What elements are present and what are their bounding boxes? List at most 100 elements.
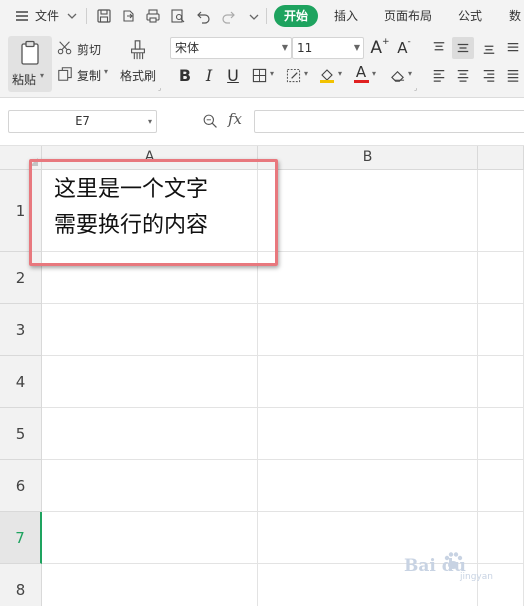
font-name-select[interactable]: 宋体 ▼ (170, 37, 292, 59)
save-icon[interactable] (94, 6, 114, 26)
tab-page-layout[interactable]: 页面布局 (384, 0, 432, 32)
print-icon[interactable] (143, 6, 163, 26)
copy-button[interactable]: 复制 (77, 67, 101, 84)
cell-c5[interactable] (478, 408, 524, 460)
chevron-down-icon: ▼ (353, 43, 360, 52)
font-color-dropdown-icon[interactable]: ▾ (372, 69, 376, 78)
cut-button[interactable]: 剪切 (77, 41, 101, 58)
borders-icon[interactable] (248, 64, 270, 86)
quick-access-chevron-icon[interactable] (244, 6, 264, 26)
cell-a3[interactable] (42, 304, 258, 356)
cell-a4[interactable] (42, 356, 258, 408)
hamburger-menu-icon[interactable] (12, 6, 32, 26)
undo-icon[interactable] (194, 6, 214, 26)
row-header-5[interactable]: 5 (0, 408, 42, 460)
clipboard-group-expand-icon[interactable]: ⌟ (158, 84, 161, 92)
row-header-8[interactable]: 8 (0, 564, 42, 606)
format-painter-button[interactable]: 格式刷 (120, 67, 156, 84)
tab-data[interactable]: 数 (509, 0, 521, 32)
font-group-expand-icon[interactable]: ⌟ (414, 84, 417, 92)
chevron-down-icon: ▼ (281, 43, 288, 52)
cell-b5[interactable] (258, 408, 478, 460)
export-icon[interactable] (118, 6, 138, 26)
align-center-icon[interactable] (452, 64, 474, 86)
grow-font-icon: A (370, 38, 383, 58)
clear-dropdown-icon[interactable]: ▾ (408, 69, 412, 78)
fill-color-dropdown-icon[interactable]: ▾ (338, 69, 342, 78)
align-middle-icon[interactable] (452, 37, 474, 59)
cell-a5[interactable] (42, 408, 258, 460)
menu-divider (266, 8, 267, 24)
menu-bar: 文件 开始 插入 页面布局 公式 数 (0, 0, 524, 32)
column-header-c[interactable] (478, 146, 524, 170)
spreadsheet-grid: A B 1 2 3 4 5 6 7 8 这里是一个文字 需要换行的内容 (0, 146, 524, 606)
cell-c1[interactable] (478, 170, 524, 252)
zoom-search-icon[interactable] (200, 111, 220, 131)
align-bottom-icon[interactable] (478, 37, 500, 59)
chevron-down-icon[interactable] (62, 6, 82, 26)
print-preview-icon[interactable] (168, 6, 188, 26)
cell-a6[interactable] (42, 460, 258, 512)
font-size-select[interactable]: 11 ▼ (292, 37, 364, 59)
cell-b3[interactable] (258, 304, 478, 356)
cell-b4[interactable] (258, 356, 478, 408)
name-box-value: E7 (75, 114, 90, 128)
tab-formulas[interactable]: 公式 (458, 0, 482, 32)
redo-icon[interactable] (218, 6, 238, 26)
baidu-watermark: Bai du jingyan (396, 548, 520, 588)
cell-a7[interactable] (42, 512, 258, 564)
row-header-3[interactable]: 3 (0, 304, 42, 356)
underline-button[interactable]: U (222, 64, 244, 86)
formula-input[interactable] (254, 110, 524, 133)
cell-c2[interactable] (478, 252, 524, 304)
align-left-icon[interactable] (428, 64, 450, 86)
cell-c3[interactable] (478, 304, 524, 356)
font-color-button[interactable]: A (350, 62, 372, 84)
italic-button[interactable]: I (198, 64, 220, 86)
justify-icon[interactable] (502, 64, 524, 86)
font-color-bar (353, 79, 369, 83)
formula-bar: E7 ▾ fx (0, 98, 524, 146)
fill-color-icon[interactable] (316, 64, 338, 86)
shrink-font-icon: A (397, 39, 408, 57)
column-header-b[interactable]: B (258, 146, 478, 170)
cell-b6[interactable] (258, 460, 478, 512)
paste-dropdown-icon[interactable]: ▾ (40, 71, 44, 80)
tab-insert[interactable]: 插入 (334, 0, 358, 32)
font-name-value: 宋体 (175, 41, 200, 55)
borders-dropdown-icon[interactable]: ▾ (270, 69, 274, 78)
orientation-icon[interactable] (502, 37, 524, 59)
name-box[interactable]: E7 ▾ (8, 110, 157, 133)
copy-dropdown-icon[interactable]: ▾ (104, 67, 108, 76)
format-painter-icon[interactable] (126, 38, 150, 62)
copy-icon[interactable] (56, 65, 74, 83)
eraser-icon[interactable] (386, 64, 408, 86)
row-header-6[interactable]: 6 (0, 460, 42, 512)
ribbon-toolbar: 粘贴 ▾ 剪切 复制 ▾ 格式刷 ⌟ 宋体 ▼ 11 ▼ A + A- B I U… (0, 32, 524, 98)
tab-home[interactable]: 开始 (274, 5, 318, 27)
row-header-4[interactable]: 4 (0, 356, 42, 408)
annotation-highlight-box (29, 159, 278, 266)
align-right-icon[interactable] (478, 64, 500, 86)
cell-style-icon[interactable] (282, 64, 304, 86)
cell-c4[interactable] (478, 356, 524, 408)
clipboard-icon (18, 40, 42, 66)
cell-a8[interactable] (42, 564, 258, 606)
font-color-icon: A (355, 62, 367, 81)
row-header-7[interactable]: 7 (0, 512, 42, 564)
bold-button[interactable]: B (174, 64, 196, 86)
paste-button[interactable]: 粘贴 ▾ (8, 36, 52, 92)
menu-divider (86, 8, 87, 24)
align-top-icon[interactable] (428, 37, 450, 59)
cell-c6[interactable] (478, 460, 524, 512)
file-menu[interactable]: 文件 (35, 0, 59, 32)
grow-font-button[interactable]: A + (369, 37, 391, 59)
cell-b2[interactable] (258, 252, 478, 304)
cell-b1[interactable] (258, 170, 478, 252)
insert-function-button[interactable]: fx (228, 110, 242, 128)
shrink-font-button[interactable]: A- (393, 37, 415, 59)
cell-style-dropdown-icon[interactable]: ▾ (304, 69, 308, 78)
scissors-icon[interactable] (56, 39, 74, 57)
font-size-value: 11 (297, 41, 313, 55)
chevron-down-icon: ▾ (147, 117, 152, 126)
